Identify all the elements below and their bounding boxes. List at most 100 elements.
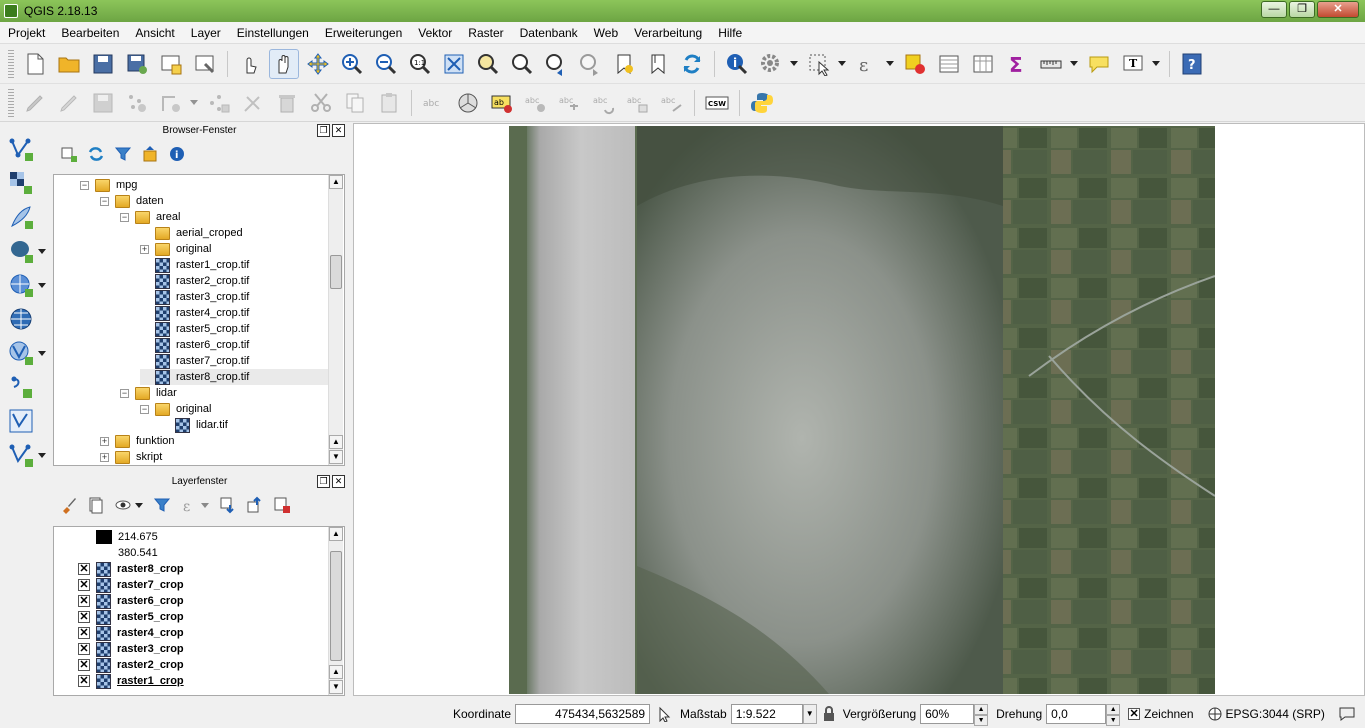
panel-close-button[interactable]: ✕ xyxy=(332,475,345,488)
layer-item[interactable]: ✕ raster5_crop xyxy=(78,609,184,625)
add-feature-button[interactable] xyxy=(122,88,152,118)
show-bookmarks-button[interactable] xyxy=(643,49,673,79)
toggle-editing-button[interactable] xyxy=(54,88,84,118)
style-layer-button[interactable] xyxy=(58,494,80,516)
layer-item[interactable]: ✕ raster6_crop xyxy=(78,593,184,609)
layer-item[interactable]: ✕ raster4_crop xyxy=(78,625,184,641)
coordinate-field[interactable]: 475434,5632589 xyxy=(515,704,651,724)
folder-tree-item[interactable]: − areal xyxy=(120,209,180,225)
new-bookmark-button[interactable] xyxy=(609,49,639,79)
text-annotation-button[interactable]: T xyxy=(1118,49,1148,79)
collapse-all-layers-button[interactable] xyxy=(244,494,266,516)
add-wcs-button[interactable] xyxy=(6,440,36,470)
menu-hilfe[interactable]: Hilfe xyxy=(710,22,750,44)
magnifier-spinner[interactable]: ▲ ▼ xyxy=(974,704,989,726)
undock-button[interactable]: ❐ xyxy=(317,475,330,488)
menu-projekt[interactable]: Projekt xyxy=(0,22,53,44)
chevron-down-icon[interactable] xyxy=(38,249,46,254)
expand-icon[interactable]: + xyxy=(100,436,109,446)
new-project-button[interactable] xyxy=(20,49,50,79)
folder-tree-item[interactable]: − original xyxy=(140,401,211,417)
rotation-spinner[interactable]: ▲ ▼ xyxy=(1106,704,1121,726)
measure-line-button[interactable] xyxy=(1036,49,1066,79)
browser-refresh-button[interactable] xyxy=(85,143,107,165)
save-project-button[interactable] xyxy=(88,49,118,79)
chevron-down-icon[interactable] xyxy=(135,502,143,508)
filter-expression-button[interactable]: ε xyxy=(178,494,200,516)
browser-scrollbar[interactable]: ▲ ▲ ▼ xyxy=(328,175,343,465)
current-edits-button[interactable] xyxy=(20,88,50,118)
add-wms-button[interactable] xyxy=(6,304,36,334)
menu-layer[interactable]: Layer xyxy=(183,22,229,44)
change-label-button[interactable]: abc xyxy=(623,88,653,118)
scale-dropdown-button[interactable]: ▼ xyxy=(802,704,817,724)
add-virtual-layer-button[interactable] xyxy=(6,406,36,436)
toolbar-grip[interactable] xyxy=(8,88,14,117)
raster-file-item[interactable]: lidar.tif xyxy=(160,417,228,433)
statistics-button[interactable]: Σ xyxy=(1002,49,1032,79)
composer-manager-button[interactable] xyxy=(190,49,220,79)
collapse-icon[interactable]: − xyxy=(140,404,149,414)
properties-button[interactable]: i xyxy=(166,143,188,165)
label-tool-button[interactable]: abc xyxy=(657,88,687,118)
folder-tree-item[interactable]: + original xyxy=(140,241,211,257)
add-postgis-button[interactable] xyxy=(6,236,36,266)
trash-button[interactable] xyxy=(272,88,302,118)
map-tips-button[interactable] xyxy=(1084,49,1114,79)
layer-visibility-checkbox[interactable]: ✕ xyxy=(78,611,90,623)
zoom-next-button[interactable] xyxy=(575,49,605,79)
layer-visibility-checkbox[interactable]: ✕ xyxy=(78,595,90,607)
menu-datenbank[interactable]: Datenbank xyxy=(512,22,586,44)
collapse-icon[interactable]: − xyxy=(120,388,129,398)
refresh-button[interactable] xyxy=(677,49,707,79)
messages-button[interactable] xyxy=(1339,707,1355,721)
layer-visibility-checkbox[interactable]: ✕ xyxy=(78,563,90,575)
collapse-all-button[interactable] xyxy=(139,143,161,165)
pin-labels-button[interactable]: ab xyxy=(487,88,517,118)
zoom-in-button[interactable] xyxy=(337,49,367,79)
zoom-native-button[interactable]: 1:1 xyxy=(405,49,435,79)
raster-file-item[interactable]: raster7_crop.tif xyxy=(140,353,249,369)
layer-visibility-checkbox[interactable]: ✕ xyxy=(78,643,90,655)
scroll-down-button[interactable]: ▼ xyxy=(329,450,343,464)
select-by-expression-button[interactable]: ε xyxy=(852,49,882,79)
browser-filter-button[interactable] xyxy=(112,143,134,165)
raster-file-item[interactable]: raster2_crop.tif xyxy=(140,273,249,289)
chevron-down-icon[interactable] xyxy=(838,61,846,66)
node-tool-button[interactable] xyxy=(204,88,234,118)
raster-file-item[interactable]: raster5_crop.tif xyxy=(140,321,249,337)
chevron-down-icon[interactable] xyxy=(38,351,46,356)
menu-ansicht[interactable]: Ansicht xyxy=(127,22,182,44)
scroll-thumb[interactable] xyxy=(330,255,342,289)
zoom-to-layer-button[interactable] xyxy=(473,49,503,79)
remove-layer-button[interactable] xyxy=(271,494,293,516)
layer-item[interactable]: ✕ raster7_crop xyxy=(78,577,184,593)
folder-tree-item[interactable]: + funktion xyxy=(100,433,175,449)
menu-raster[interactable]: Raster xyxy=(460,22,511,44)
folder-tree-item[interactable]: − mpg xyxy=(80,177,137,193)
delete-selected-button[interactable] xyxy=(238,88,268,118)
expand-icon[interactable]: + xyxy=(100,452,109,462)
menu-vektor[interactable]: Vektor xyxy=(410,22,460,44)
scroll-thumb[interactable] xyxy=(330,551,342,661)
mouse-coords-toggle[interactable] xyxy=(656,706,672,723)
touch-zoom-button[interactable] xyxy=(235,49,265,79)
add-selected-layer-button[interactable] xyxy=(58,143,80,165)
layer-scrollbar[interactable]: ▲ ▲ ▼ xyxy=(328,527,343,695)
toolbar-grip[interactable] xyxy=(8,49,14,78)
select-features-button[interactable] xyxy=(804,49,834,79)
diagram-button[interactable] xyxy=(453,88,483,118)
layer-visibility-checkbox[interactable]: ✕ xyxy=(78,659,90,671)
menu-verarbeitung[interactable]: Verarbeitung xyxy=(626,22,710,44)
zoom-out-button[interactable] xyxy=(371,49,401,79)
layer-filter-button[interactable] xyxy=(151,494,173,516)
magnifier-field[interactable]: 60% xyxy=(920,704,975,724)
raster-file-item[interactable]: raster1_crop.tif xyxy=(140,257,249,273)
close-button[interactable]: ✕ xyxy=(1317,1,1359,18)
add-raster-layer-button[interactable] xyxy=(6,168,36,198)
folder-tree-item[interactable]: − daten xyxy=(100,193,164,209)
raster-file-item[interactable]: raster6_crop.tif xyxy=(140,337,249,353)
raster-file-item[interactable]: raster3_crop.tif xyxy=(140,289,249,305)
layer-item[interactable]: ✕ raster1_crop xyxy=(78,673,184,689)
layer-item[interactable]: ✕ raster3_crop xyxy=(78,641,184,657)
